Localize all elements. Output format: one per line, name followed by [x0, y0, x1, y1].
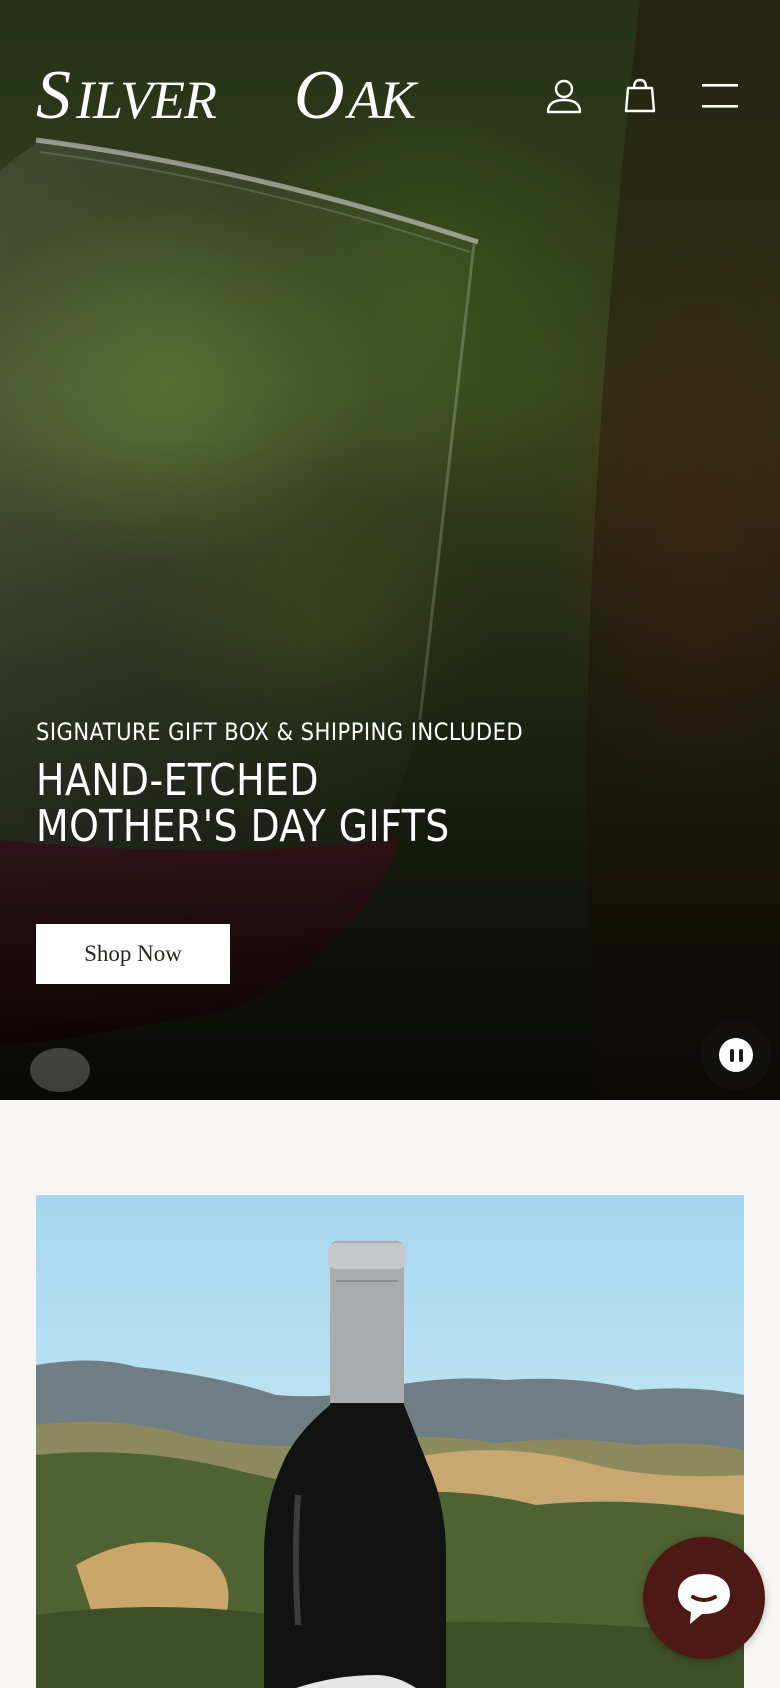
featured-product-image: [36, 1195, 744, 1688]
pause-icon: [719, 1038, 753, 1072]
menu-button[interactable]: [696, 72, 744, 120]
svg-text:AK: AK: [345, 70, 419, 130]
hero-headline-line-1: HAND-ETCHED: [36, 755, 319, 806]
pause-video-button[interactable]: [701, 1020, 771, 1090]
brand-logo[interactable]: S ILVER O AK: [36, 56, 476, 145]
hero-headline-line-2: MOTHER'S DAY GIFTS: [36, 801, 450, 852]
menu-icon: [702, 84, 738, 108]
svg-text:O: O: [294, 57, 343, 132]
account-icon: [546, 79, 582, 114]
shop-now-button[interactable]: Shop Now: [36, 924, 230, 984]
account-button[interactable]: [540, 72, 588, 120]
svg-text:ILVER: ILVER: [75, 70, 217, 130]
wine-bottle-landscape-image: [36, 1241, 744, 1688]
hero-eyebrow: SIGNATURE GIFT BOX & SHIPPING INCLUDED: [36, 718, 524, 746]
live-chat-button[interactable]: [643, 1537, 765, 1659]
hero-copy: SIGNATURE GIFT BOX & SHIPPING INCLUDED H…: [36, 716, 590, 850]
page: S ILVER O AK SIGNATURE GIFT BOX & SHIPPI…: [0, 0, 780, 1688]
cart-button[interactable]: [616, 72, 664, 120]
chat-icon: [678, 1574, 730, 1624]
hero-banner: S ILVER O AK SIGNATURE GIFT BOX & SHIPPI…: [0, 0, 780, 1100]
cart-icon: [624, 78, 656, 113]
hero-headline: HAND-ETCHED MOTHER'S DAY GIFTS: [36, 758, 512, 850]
svg-text:S: S: [36, 57, 70, 132]
silver-oak-logo-wordmark: S ILVER O AK: [36, 57, 420, 134]
